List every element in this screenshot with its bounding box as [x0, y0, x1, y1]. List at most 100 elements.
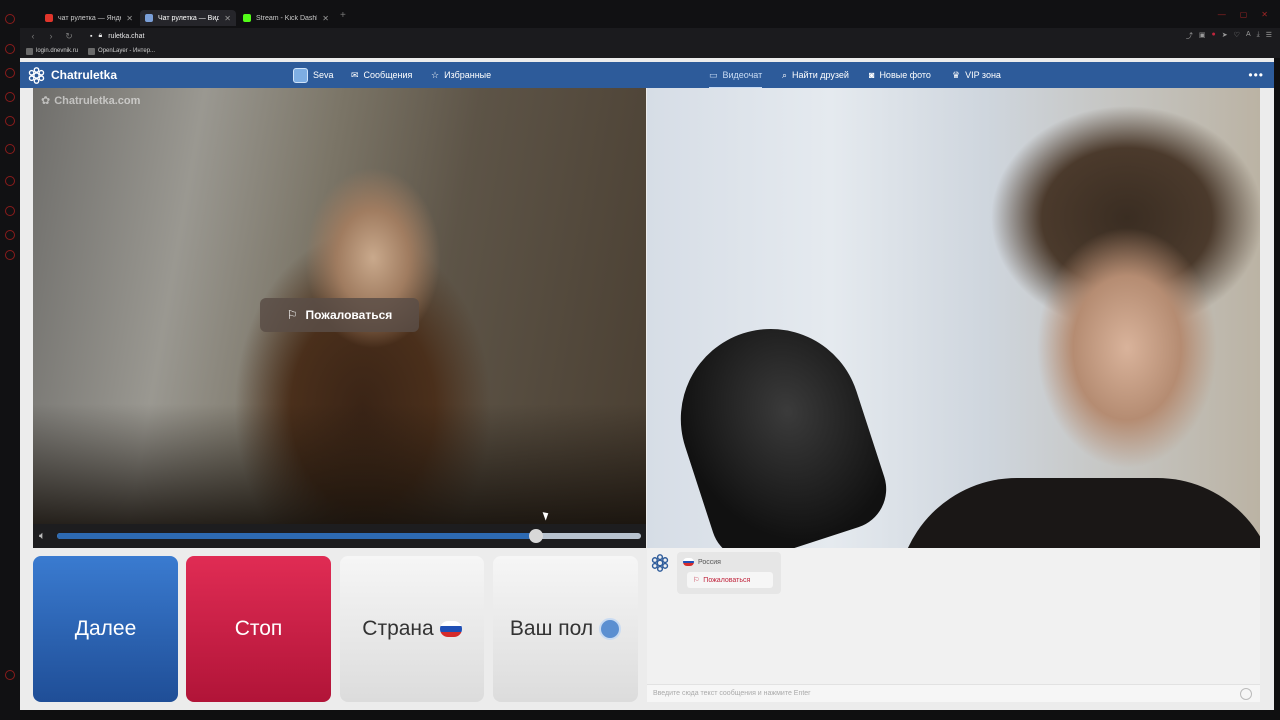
stop-label: Стоп	[234, 617, 283, 640]
sidebar-app-icon[interactable]	[5, 68, 15, 78]
screenshot-icon[interactable]: ▣	[1199, 31, 1206, 41]
back-icon[interactable]: ‹	[28, 31, 38, 41]
sidebar-app-icon[interactable]	[5, 44, 15, 54]
site-navbar: Chatruletka Seva ✉ Сообщения ☆ Избранные…	[20, 62, 1274, 89]
star-icon: ☆	[431, 69, 440, 80]
browser-sidebar	[0, 14, 20, 720]
russia-flag-icon	[439, 621, 462, 637]
close-tab-icon[interactable]: ✕	[322, 14, 329, 23]
sidebar-app-icon[interactable]	[5, 206, 15, 216]
russia-flag-icon	[683, 558, 694, 566]
send-icon[interactable]: ➤	[1222, 31, 1228, 41]
male-avatar-icon	[599, 618, 622, 640]
browser-tab[interactable]: Stream - Kick Dashboard ✕	[238, 10, 334, 26]
nav-label: Найти друзей	[792, 70, 849, 80]
nav-new-photos[interactable]: ◙ Новые фото	[869, 62, 931, 88]
volume-slider[interactable]	[57, 529, 641, 543]
chatruletka-page: Chatruletka Seva ✉ Сообщения ☆ Избранные…	[20, 58, 1274, 710]
site-logo[interactable]: Chatruletka	[28, 66, 118, 84]
nav-profile[interactable]: Seva	[293, 62, 334, 88]
more-options-icon[interactable]: •••	[1248, 68, 1264, 82]
favorite-icon[interactable]: ♡	[1234, 31, 1240, 41]
report-label: Пожаловаться	[305, 308, 393, 322]
bookmark-item[interactable]: login.dnevnik.ru	[26, 47, 78, 55]
download-icon[interactable]: ⤓	[1257, 31, 1260, 41]
nav-label: Избранные	[444, 70, 492, 80]
lock-icon: 🔒︎	[98, 32, 103, 39]
yandex-favicon-icon	[45, 14, 53, 22]
volume-bar: 🔈︎	[33, 524, 646, 548]
url-field[interactable]: ▪ 🔒︎ ruletka.chat	[90, 32, 144, 40]
bookmark-label: OpenLayer - Интер...	[98, 48, 156, 54]
close-tab-icon[interactable]: ✕	[224, 14, 231, 23]
country-button[interactable]: Страна	[340, 556, 484, 702]
nav-label: Новые фото	[879, 70, 931, 80]
sidebar-app-icon[interactable]	[5, 92, 15, 102]
chat-report-button[interactable]: ⚐ Пожаловаться	[687, 572, 773, 588]
new-tab-icon[interactable]: +	[340, 10, 346, 21]
nav-vip[interactable]: ♛ VIP зона	[952, 62, 1001, 88]
report-button[interactable]: ⚐ Пожаловаться	[260, 298, 419, 332]
gender-label: Ваш пол	[509, 617, 594, 640]
speaker-icon[interactable]: 🔈︎	[39, 530, 46, 543]
chatruletka-favicon-icon	[145, 14, 153, 22]
flag-icon: ⚐	[693, 577, 700, 584]
close-window-icon[interactable]: ✕	[1261, 10, 1268, 19]
gender-button[interactable]: Ваш пол	[493, 556, 638, 702]
nav-label: VIP зона	[965, 70, 1001, 80]
sidebar-app-icon[interactable]	[5, 250, 15, 260]
nav-label: Видеочат	[722, 70, 763, 80]
report-label: Пожаловаться	[703, 576, 751, 584]
sidebar-settings-icon[interactable]	[5, 670, 15, 680]
country-name: Россия	[698, 558, 721, 566]
record-icon[interactable]: ●	[1212, 31, 1216, 41]
user-avatar	[293, 67, 308, 83]
chat-message-input[interactable]: Введите сюда текст сообщения и нажмите E…	[647, 684, 1260, 702]
maximize-icon[interactable]: ▢	[1240, 10, 1248, 19]
minimize-icon[interactable]: —	[1218, 10, 1226, 19]
chat-input-placeholder: Введите сюда текст сообщения и нажмите E…	[653, 690, 811, 697]
nav-messages[interactable]: ✉ Сообщения	[351, 62, 412, 88]
nav-videochat[interactable]: ▭ Видеочат	[709, 62, 763, 89]
envelope-icon: ✉	[351, 69, 359, 80]
url-text[interactable]: ruletka.chat	[108, 33, 144, 40]
stop-button[interactable]: Стоп	[186, 556, 331, 702]
nav-find-friends[interactable]: ⌕ Найти друзей	[782, 62, 849, 88]
menu-icon[interactable]: ☰	[1266, 31, 1272, 41]
nav-favorites[interactable]: ☆ Избранные	[431, 62, 491, 88]
video-shadow	[33, 404, 646, 524]
browser-toolbar: ⤴ ▣ ● ➤ ♡ A ⤓ ☰	[1186, 31, 1272, 41]
chatruletka-logo-icon	[28, 66, 45, 84]
sidebar-app-icon[interactable]	[5, 144, 15, 154]
sidebar-app-icon[interactable]	[5, 230, 15, 240]
partner-video: ✿ Chatruletka.com ⚐ Пожаловаться	[33, 88, 646, 524]
crown-icon: ♛	[952, 69, 961, 80]
camera-permission-icon[interactable]: ▪	[90, 33, 92, 40]
sidebar-app-icon[interactable]	[5, 176, 15, 186]
flag-icon: ⚐	[286, 308, 298, 322]
watermark-text: Chatruletka.com	[54, 94, 141, 107]
share-icon[interactable]: ⤴	[1186, 31, 1193, 41]
partner-info-card: Россия ⚐ Пожаловаться	[677, 552, 781, 594]
next-button[interactable]: Далее	[33, 556, 178, 702]
kick-favicon-icon	[243, 14, 251, 22]
address-bar: ‹ › ↻ ▪ 🔒︎ ruletka.chat ⤴ ▣ ● ➤ ♡ A ⤓ ☰	[20, 28, 1280, 44]
close-tab-icon[interactable]: ✕	[126, 14, 133, 23]
person-shoulder	[897, 478, 1260, 548]
search-icon: ⌕	[782, 69, 788, 80]
reader-icon[interactable]: A	[1246, 31, 1251, 41]
next-label: Далее	[74, 617, 137, 640]
site-logo-text: Chatruletka	[51, 68, 118, 82]
forward-icon[interactable]: ›	[46, 31, 56, 41]
window-controls: — ▢ ✕	[1218, 10, 1268, 19]
reload-icon[interactable]: ↻	[64, 31, 74, 42]
page-scrollbar[interactable]	[1274, 62, 1280, 712]
emoji-icon[interactable]	[1240, 688, 1252, 700]
tab-title: чат рулетка — Яндекс: на	[58, 14, 121, 22]
sidebar-app-icon[interactable]	[5, 116, 15, 126]
volume-knob[interactable]	[528, 529, 543, 543]
browser-tab[interactable]: чат рулетка — Яндекс: на ✕	[40, 10, 138, 26]
bookmark-item[interactable]: OpenLayer - Интер...	[88, 47, 156, 55]
browser-logo-icon[interactable]	[5, 14, 15, 24]
browser-tab-active[interactable]: Чат рулетка — Видео ✕	[140, 10, 236, 26]
